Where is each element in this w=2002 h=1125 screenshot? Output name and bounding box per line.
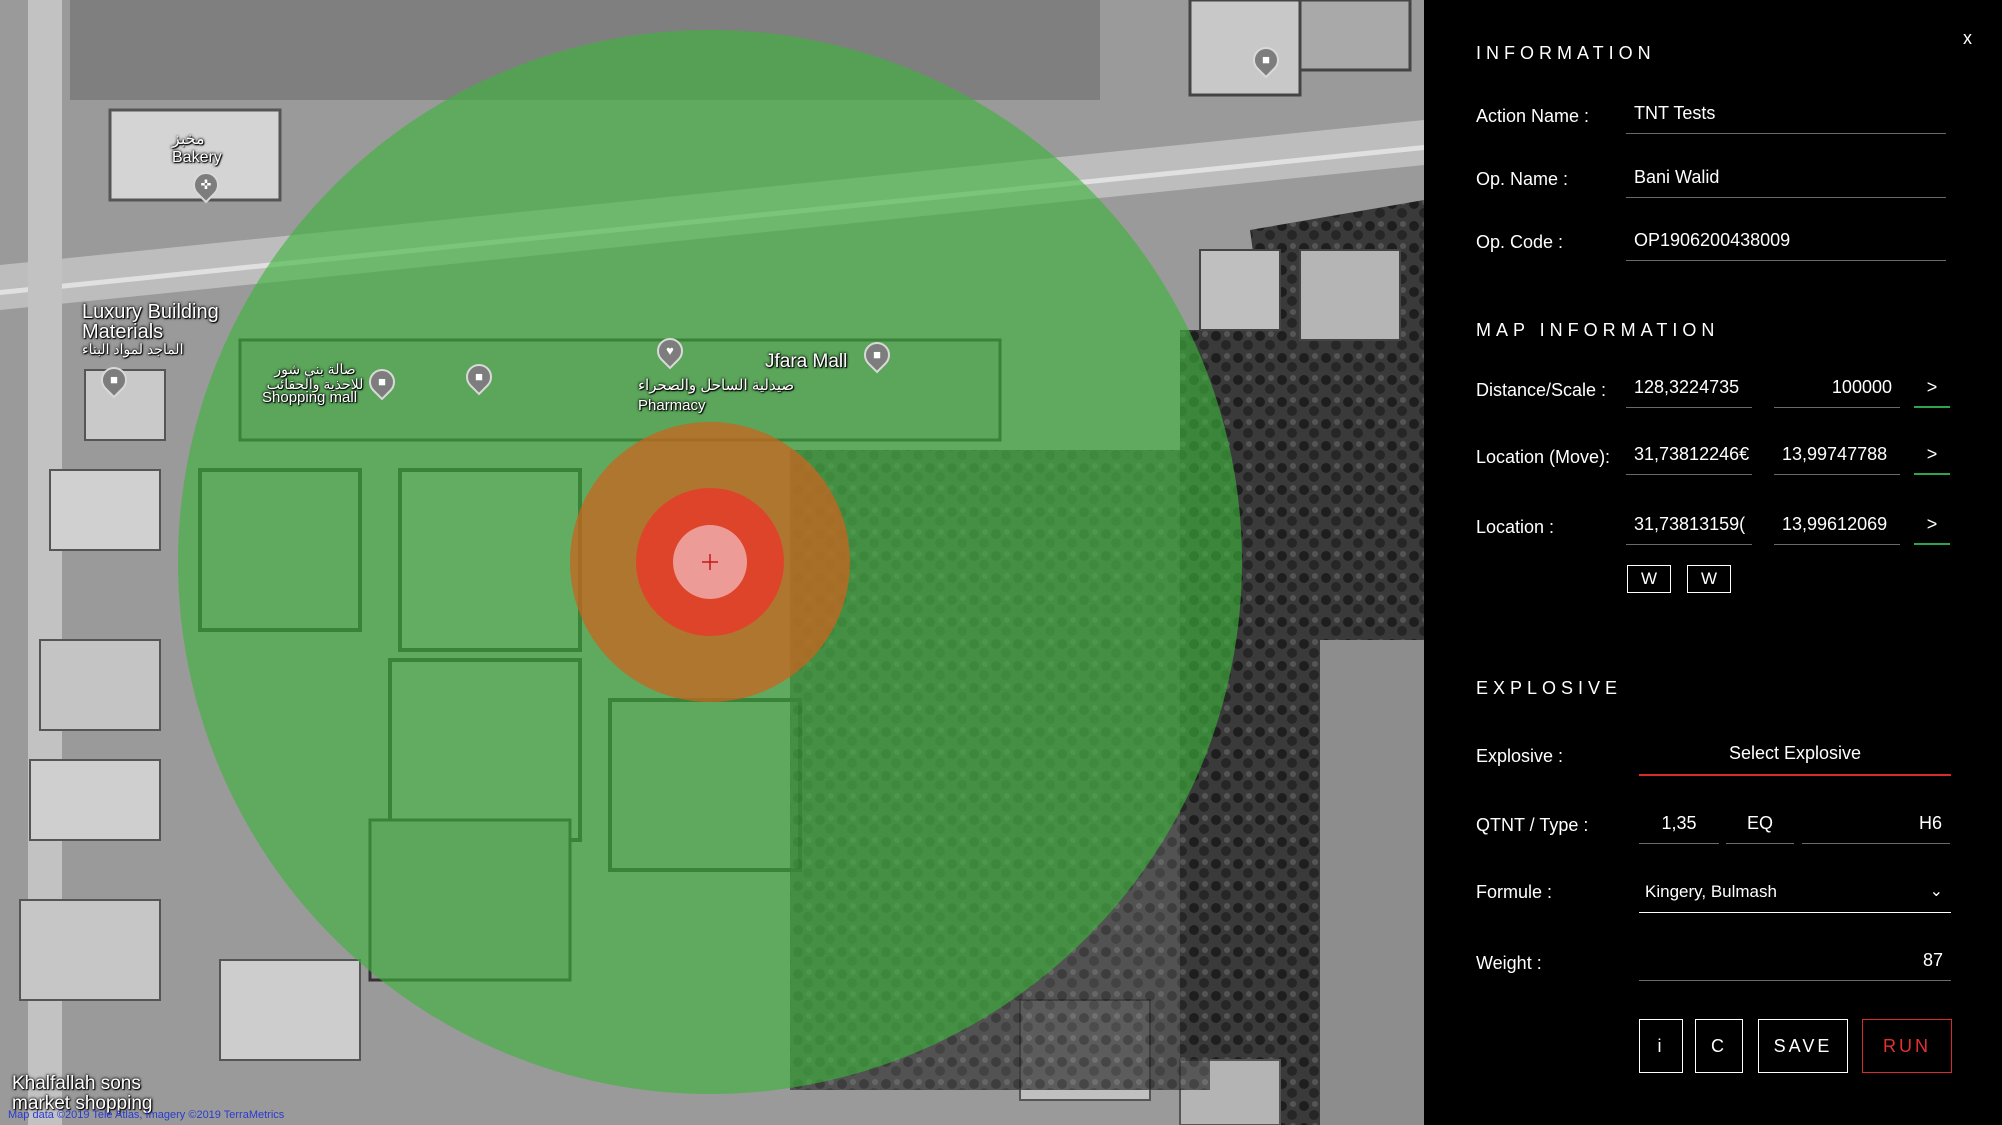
location-latitude-field[interactable]: 31,73813159(: [1626, 509, 1752, 545]
close-button[interactable]: x: [1963, 28, 1972, 49]
op-code-label: Op. Code :: [1476, 232, 1564, 252]
type-field[interactable]: EQ: [1726, 808, 1794, 844]
action-name-field[interactable]: TNT Tests: [1626, 98, 1946, 134]
location-go-button[interactable]: >: [1914, 509, 1950, 545]
distance-scale-label: Distance/Scale :: [1476, 380, 1607, 400]
luxury-label-ar: الماجد لمواد البناء: [82, 341, 184, 357]
action-name-label: Action Name :: [1476, 106, 1590, 126]
distance-go-button[interactable]: >: [1914, 372, 1950, 408]
qtnt-type-label: QTNT / Type :: [1476, 815, 1589, 835]
blast-radius-overlay: [178, 30, 1242, 1094]
bakery-label-ar: مخبز: [172, 131, 205, 148]
distance-field[interactable]: 128,3224735: [1626, 372, 1752, 408]
explosive-title: EXPLOSIVE: [1476, 678, 1623, 698]
luxury-label-line2: Materials: [82, 321, 164, 343]
run-button[interactable]: RUN: [1862, 1019, 1952, 1073]
weight-label: Weight :: [1476, 953, 1542, 973]
shopping-label-ar: صالة بني شور للاحذية والحقائب: [266, 361, 364, 392]
formule-dropdown[interactable]: Kingery, Bulmash ⌄: [1639, 875, 1951, 913]
jfara-mall-label: Jfara Mall: [765, 351, 848, 372]
type2-field[interactable]: H6: [1802, 808, 1950, 844]
location-longitude-field[interactable]: 13,99612069: [1774, 509, 1900, 545]
information-panel: x INFORMATION Action Name : TNT Tests Op…: [1424, 0, 2002, 1125]
qtnt-field[interactable]: 1,35: [1639, 808, 1719, 844]
location-move-go-button[interactable]: >: [1914, 439, 1950, 475]
select-explosive-button[interactable]: Select Explosive: [1639, 736, 1951, 776]
luxury-label-line1: Luxury Building: [82, 301, 219, 323]
map-copyright[interactable]: Map data ©2019 Tele Atlas, Imagery ©2019…: [8, 1109, 284, 1121]
op-name-field[interactable]: Bani Walid: [1626, 162, 1946, 198]
move-latitude-field[interactable]: 31,73812246€: [1626, 439, 1752, 475]
shopping-label: Shopping mall: [262, 389, 358, 406]
weight-field[interactable]: 87: [1639, 945, 1951, 981]
op-name-label: Op. Name :: [1476, 169, 1569, 189]
save-button[interactable]: SAVE: [1758, 1019, 1848, 1073]
info-button[interactable]: i: [1639, 1019, 1683, 1073]
information-title: INFORMATION: [1476, 43, 1656, 63]
khalfallah-label-line1: Khalfallah sons: [12, 1073, 141, 1094]
map-information-title: MAP INFORMATION: [1476, 320, 1720, 340]
w-button-2[interactable]: W: [1687, 565, 1731, 593]
pharmacy-label: Pharmacy: [638, 397, 706, 414]
w-button-1[interactable]: W: [1627, 565, 1671, 593]
scale-field[interactable]: 100000: [1774, 372, 1900, 408]
location-move-label: Location (Move):: [1476, 447, 1611, 467]
formule-value: Kingery, Bulmash: [1645, 882, 1777, 901]
bakery-label: Bakery: [172, 149, 222, 166]
satellite-map[interactable]: ✜ ■ ■ ■ ♥ ■ ■ مخبز Bakery Luxury Buildin…: [0, 0, 1424, 1125]
pharmacy-label-ar: صيدلية الساحل والصحراء: [638, 377, 795, 394]
chevron-down-icon: ⌄: [1929, 883, 1943, 900]
clear-button[interactable]: C: [1695, 1019, 1743, 1073]
location-label: Location :: [1476, 517, 1555, 537]
move-longitude-field[interactable]: 13,99747788: [1774, 439, 1900, 475]
op-code-field[interactable]: OP1906200438009: [1626, 225, 1946, 261]
formule-label: Formule :: [1476, 882, 1553, 902]
explosive-label: Explosive :: [1476, 746, 1564, 766]
